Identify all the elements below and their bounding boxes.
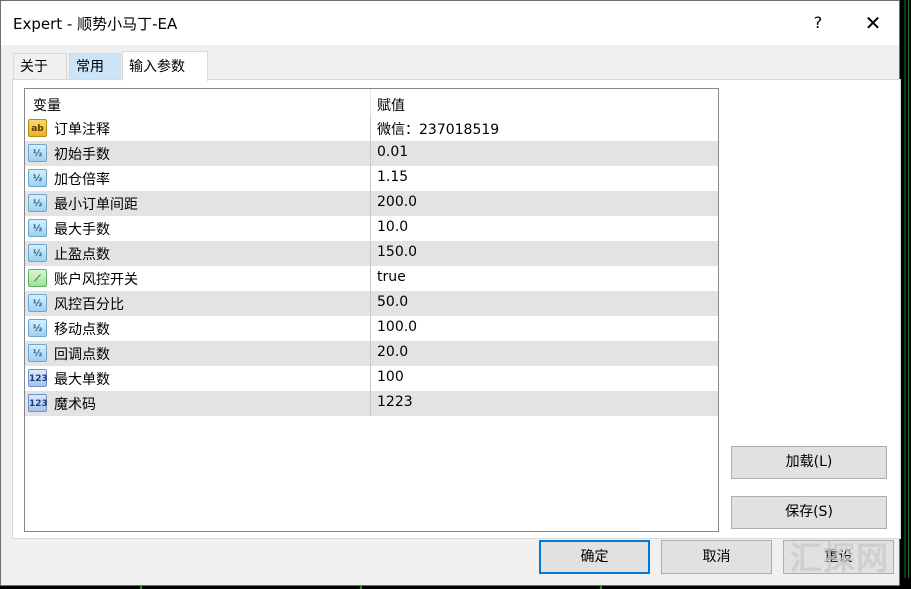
double-half-icon: ½ [28,169,47,187]
parameter-name: 移动点数 [54,322,110,338]
save-button[interactable]: 保存(S) [731,496,887,529]
cell-separator [370,341,371,366]
table-row[interactable]: ½ 回调点数 20.0 [25,341,718,366]
title-bar[interactable]: Expert - 顺势小马丁-EA ? ✕ [1,1,899,45]
double-half-icon: ½ [28,344,47,362]
background-chart-strip [900,0,911,589]
double-half-icon: ½ [28,144,47,162]
cell-separator [370,116,371,141]
table-row[interactable]: ½ 最大手数 10.0 [25,216,718,241]
cell-separator [370,191,371,216]
cell-separator [370,266,371,291]
ok-button[interactable]: 确定 [539,540,650,574]
table-row[interactable]: ½ 初始手数 0.01 [25,141,718,166]
table-row[interactable]: ½ 移动点数 100.0 [25,316,718,341]
parameter-name: 加仓倍率 [54,172,110,188]
help-button[interactable]: ? [801,7,835,39]
parameter-value[interactable]: 100.0 [377,319,417,335]
load-button[interactable]: 加载(L) [731,446,887,479]
cell-separator [370,141,371,166]
table-row[interactable]: 123 最大单数 100 [25,366,718,391]
reset-button[interactable]: 重设 [783,540,894,574]
column-separator[interactable] [370,89,371,116]
close-button[interactable]: ✕ [851,7,895,39]
integer-123-icon: 123 [28,369,48,387]
cell-separator [370,316,371,341]
double-half-icon: ½ [28,294,47,312]
double-half-icon: ½ [28,244,47,262]
parameter-name: 止盈点数 [54,247,110,263]
table-row[interactable]: ⟋ 账户风控开关 true [25,266,718,291]
parameter-name: 最大单数 [54,372,110,388]
parameter-value[interactable]: 10.0 [377,219,408,235]
input-parameters-grid: 变量 赋值 ab 订单注释 微信：237018519 ½ 初始手数 0.01 ½ 加仓倍率 1.… [24,88,719,532]
column-header-value[interactable]: 赋值 [377,95,405,115]
table-row[interactable]: ½ 加仓倍率 1.15 [25,166,718,191]
cell-separator [370,166,371,191]
parameter-value[interactable]: 1223 [377,394,413,410]
cell-separator [370,216,371,241]
double-half-icon: ½ [28,219,47,237]
table-row[interactable]: ½ 风控百分比 50.0 [25,291,718,316]
parameter-name: 回调点数 [54,347,110,363]
parameter-value[interactable]: 微信：237018519 [377,119,499,139]
parameter-value[interactable]: 200.0 [377,194,417,210]
parameter-name: 魔术码 [54,397,96,413]
string-ab-icon: ab [28,119,47,137]
double-half-icon: ½ [28,194,47,212]
grid-header: 变量 赋值 [25,89,718,116]
parameter-name: 最小订单间距 [54,197,138,213]
bool-toggle-icon: ⟋ [28,269,47,287]
tab-common[interactable]: 常用 [69,53,121,80]
column-header-variable[interactable]: 变量 [33,95,61,115]
integer-123-icon: 123 [28,394,48,412]
parameter-name: 订单注释 [54,122,110,138]
table-row[interactable]: ½ 最小订单间距 200.0 [25,191,718,216]
tab-about[interactable]: 关于 [13,53,67,80]
parameter-name: 账户风控开关 [54,272,138,288]
table-row[interactable]: ½ 止盈点数 150.0 [25,241,718,266]
parameter-value[interactable]: 0.01 [377,144,408,160]
double-half-icon: ½ [28,319,47,337]
chart-gridline [904,0,906,589]
cell-separator [370,291,371,316]
parameter-value[interactable]: 50.0 [377,294,408,310]
parameter-value[interactable]: true [377,269,406,285]
parameter-value[interactable]: 150.0 [377,244,417,260]
parameter-value[interactable]: 1.15 [377,169,408,185]
parameter-name: 初始手数 [54,147,110,163]
table-row[interactable]: 123 魔术码 1223 [25,391,718,416]
window-title: Expert - 顺势小马丁-EA [13,15,178,33]
cell-separator [370,366,371,391]
cell-separator [370,241,371,266]
table-row[interactable]: ab 订单注释 微信：237018519 [25,116,718,141]
chart-gridline [908,0,909,589]
cell-separator [370,391,371,416]
parameter-value[interactable]: 100 [377,369,404,385]
parameter-value[interactable]: 20.0 [377,344,408,360]
parameter-name: 最大手数 [54,222,110,238]
tab-inputs[interactable]: 输入参数 [122,51,208,81]
parameter-name: 风控百分比 [54,297,124,313]
cancel-button[interactable]: 取消 [661,540,772,574]
